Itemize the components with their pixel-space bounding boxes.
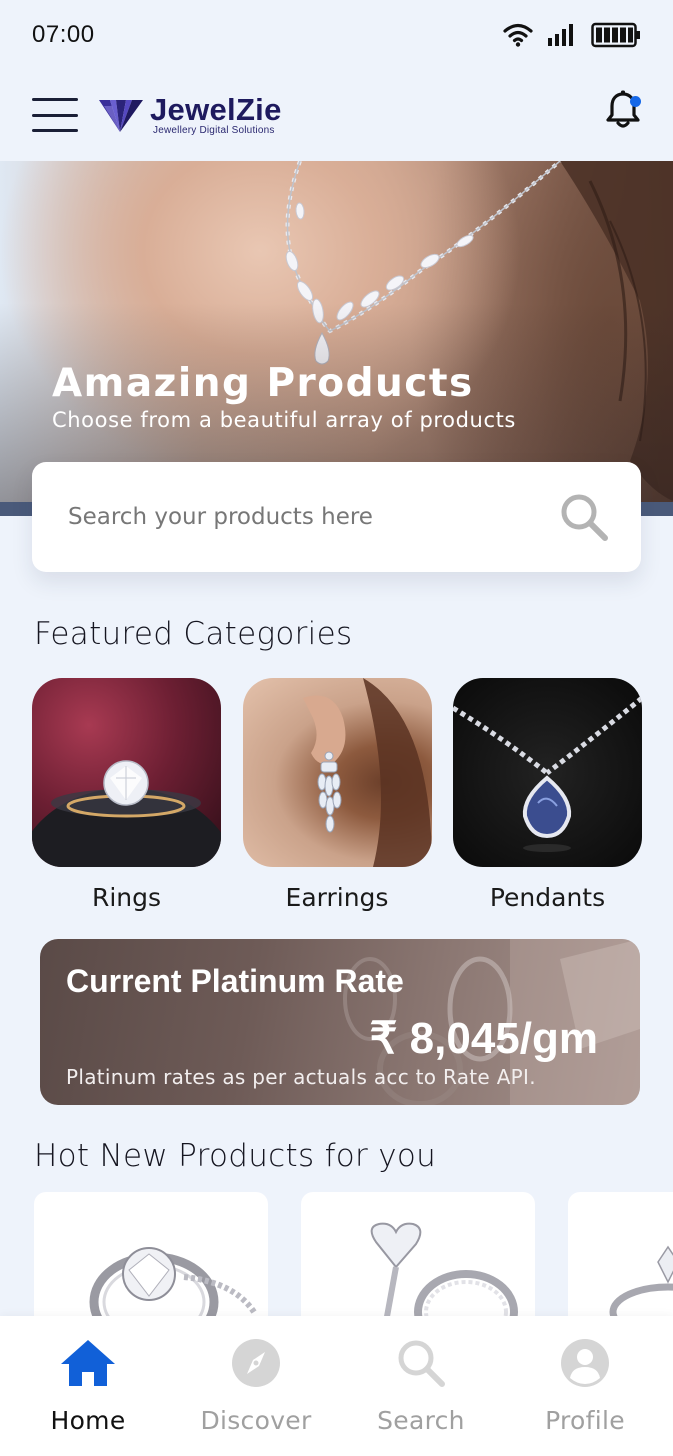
category-label: Earrings bbox=[285, 883, 389, 912]
app-header: JewelZie Jewellery Digital Solutions bbox=[0, 70, 673, 160]
category-list: Rings Earrings Pendants bbox=[32, 678, 642, 912]
status-bar: 07:00 bbox=[0, 0, 673, 70]
category-rings[interactable]: Rings bbox=[32, 678, 221, 912]
menu-icon[interactable] bbox=[32, 98, 78, 132]
search-icon bbox=[398, 1340, 445, 1387]
home-icon bbox=[61, 1340, 115, 1386]
compass-icon bbox=[232, 1339, 280, 1387]
brand-tagline: Jewellery Digital Solutions bbox=[153, 124, 275, 136]
wifi-icon bbox=[503, 23, 533, 47]
nav-label: Discover bbox=[200, 1406, 312, 1435]
brand-name: JewelZie bbox=[150, 91, 282, 127]
product-card[interactable] bbox=[568, 1192, 673, 1322]
status-time: 07:00 bbox=[32, 21, 95, 48]
rate-title: Current Platinum Rate bbox=[66, 963, 404, 999]
nav-label: Home bbox=[50, 1406, 126, 1435]
ring-product-image bbox=[609, 1245, 673, 1322]
diamond-logo-icon bbox=[99, 100, 143, 132]
hero-title: Amazing Products bbox=[52, 361, 474, 406]
bottom-navigation: Home Discover Search Profile bbox=[0, 1316, 673, 1456]
search-icon[interactable] bbox=[557, 490, 611, 544]
status-icons bbox=[503, 22, 641, 48]
nav-search[interactable]: Search bbox=[341, 1336, 501, 1435]
nav-discover[interactable]: Discover bbox=[176, 1336, 336, 1435]
notification-dot bbox=[630, 96, 641, 107]
category-earrings[interactable]: Earrings bbox=[242, 678, 432, 912]
signal-icon bbox=[548, 24, 573, 46]
featured-categories-title: Featured Categories bbox=[34, 616, 353, 652]
earrings-image bbox=[242, 678, 432, 867]
profile-icon bbox=[561, 1339, 609, 1387]
nav-label: Search bbox=[377, 1406, 465, 1435]
hero-subtitle: Choose from a beautiful array of product… bbox=[52, 408, 516, 432]
hot-products-title: Hot New Products for you bbox=[34, 1138, 437, 1174]
search-input[interactable] bbox=[68, 504, 557, 530]
brand-logo[interactable]: JewelZie Jewellery Digital Solutions bbox=[96, 92, 282, 138]
category-label: Rings bbox=[91, 883, 162, 912]
ring-product-image bbox=[370, 1222, 518, 1322]
category-label: Pendants bbox=[489, 883, 606, 912]
nav-home[interactable]: Home bbox=[8, 1336, 168, 1435]
battery-icon bbox=[591, 22, 640, 48]
notification-button[interactable] bbox=[605, 90, 641, 130]
rate-note: Platinum rates as per actuals acc to Rat… bbox=[66, 1065, 536, 1089]
pendants-image bbox=[453, 678, 642, 867]
category-pendants[interactable]: Pendants bbox=[453, 678, 642, 912]
search-bar[interactable] bbox=[32, 462, 641, 572]
nav-label: Profile bbox=[545, 1406, 625, 1435]
hot-products-list bbox=[34, 1192, 673, 1322]
product-card[interactable] bbox=[34, 1192, 268, 1322]
rings-image bbox=[32, 678, 221, 867]
rate-value: ₹ 8,045/gm bbox=[369, 1014, 598, 1063]
product-card[interactable] bbox=[301, 1192, 535, 1322]
platinum-rate-card[interactable]: Current Platinum Rate ₹ 8,045/gm Platinu… bbox=[40, 939, 640, 1105]
ring-product-image bbox=[89, 1247, 257, 1322]
nav-profile[interactable]: Profile bbox=[505, 1336, 665, 1435]
